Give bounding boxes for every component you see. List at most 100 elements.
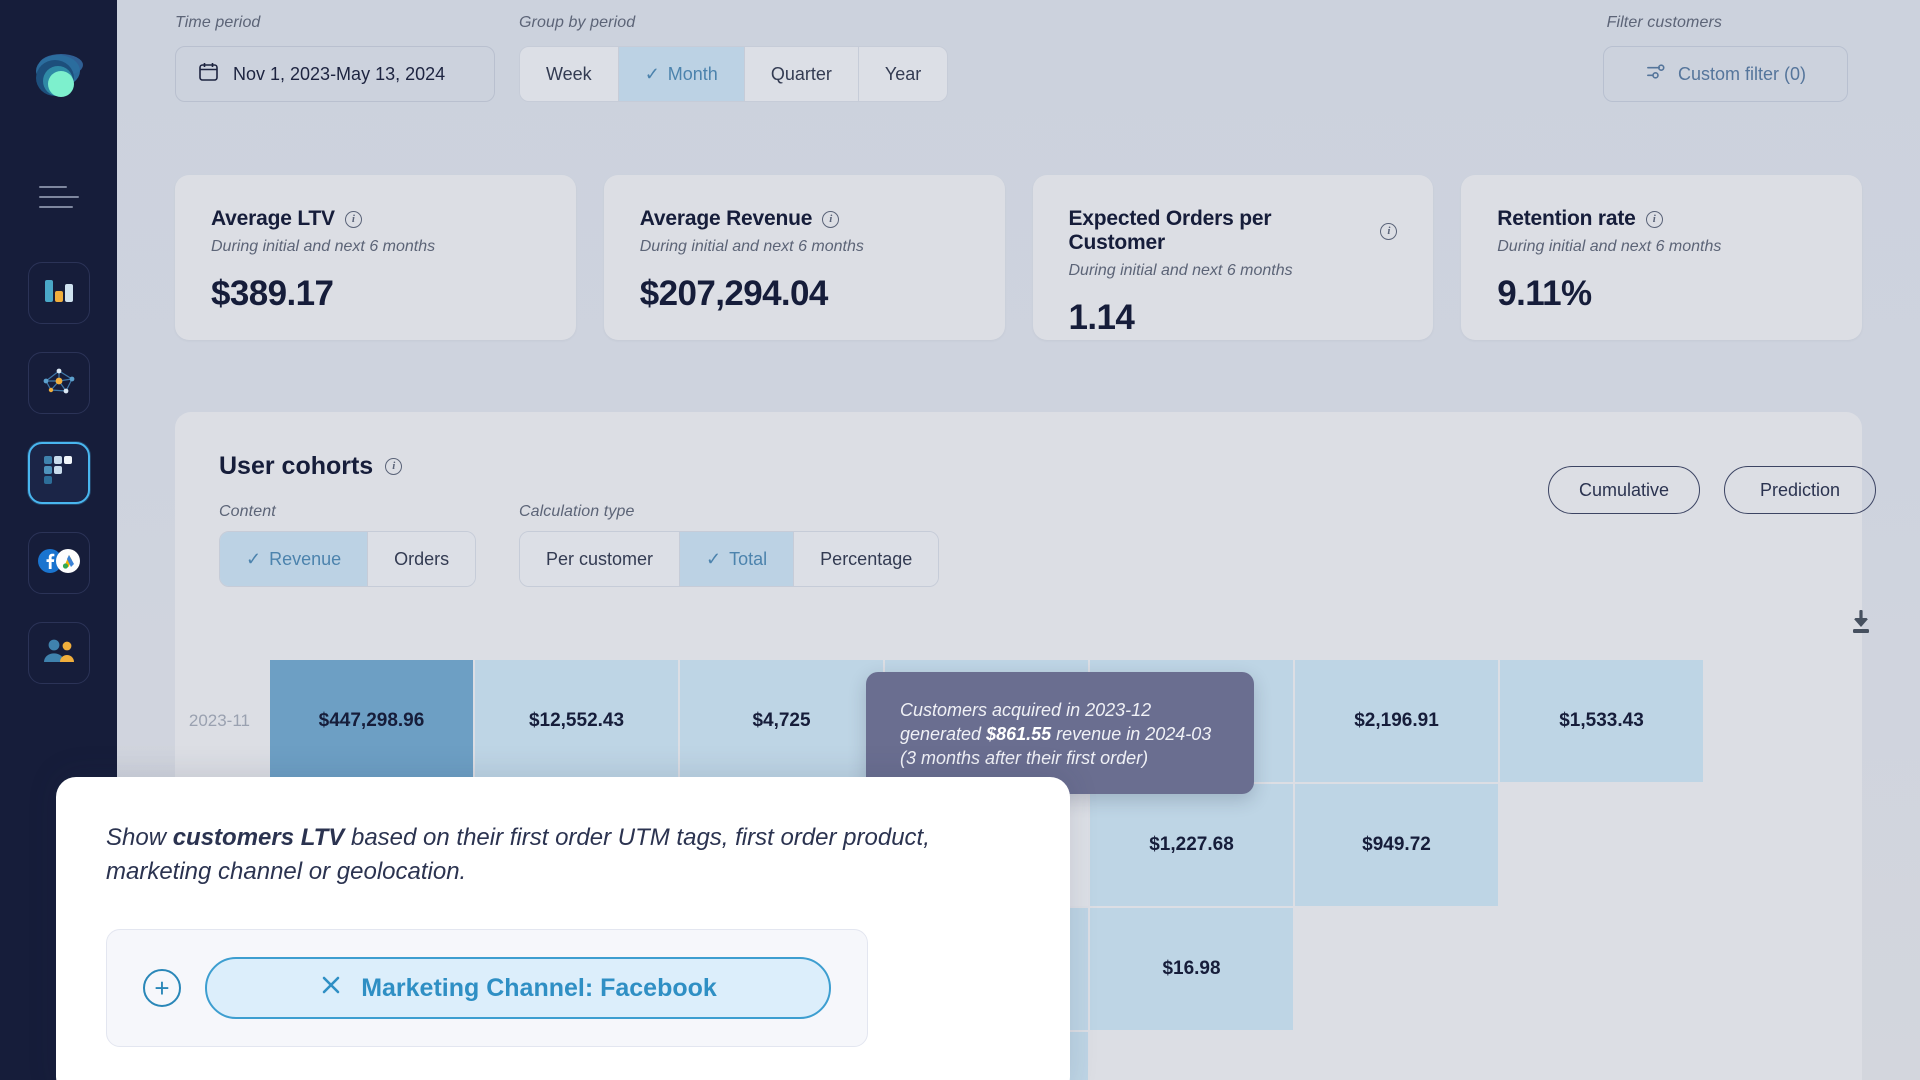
kpi-title: Average Revenue i bbox=[640, 207, 969, 231]
company-logo-icon[interactable] bbox=[29, 48, 89, 108]
kpi-title: Average LTV i bbox=[211, 207, 540, 231]
info-icon[interactable]: i bbox=[385, 458, 402, 475]
kpi-title-text: Retention rate bbox=[1497, 207, 1635, 231]
segment-label: Week bbox=[546, 64, 592, 85]
bar-chart-icon bbox=[43, 278, 75, 309]
content-segmented[interactable]: ✓ Revenue Orders bbox=[219, 531, 476, 587]
calculation-type-control-group: Calculation type Per customer ✓ Total Pe… bbox=[519, 503, 1019, 521]
download-icon[interactable] bbox=[1846, 608, 1876, 641]
group-by-period-segmented[interactable]: Week ✓ Month Quarter Year bbox=[519, 46, 948, 102]
filter-chip-container: + Marketing Channel: Facebook bbox=[106, 929, 868, 1047]
heatmap-cell[interactable]: $1,533.43 bbox=[1500, 660, 1703, 782]
kpi-card-average-revenue: Average Revenue i During initial and nex… bbox=[604, 175, 1005, 340]
kpi-title: Expected Orders per Customer i bbox=[1069, 207, 1398, 255]
row-label: 2023-11 bbox=[180, 660, 270, 782]
custom-filter-button[interactable]: Custom filter (0) bbox=[1603, 46, 1848, 102]
kpi-title-text: Average LTV bbox=[211, 207, 335, 231]
close-x-icon[interactable] bbox=[319, 973, 343, 1004]
segment-label: Year bbox=[885, 64, 921, 85]
content-label: Content bbox=[219, 503, 519, 521]
heatmap-cell[interactable]: $4,725 bbox=[680, 660, 883, 782]
sliders-filter-icon bbox=[1645, 61, 1666, 87]
group-by-option-week[interactable]: Week bbox=[520, 47, 619, 101]
kpi-title-text: Average Revenue bbox=[640, 207, 812, 231]
heatmap-cell[interactable]: $16.98 bbox=[1090, 908, 1293, 1030]
custom-filter-label: Custom filter (0) bbox=[1678, 64, 1806, 85]
check-icon: ✓ bbox=[246, 549, 261, 570]
segment-label: Quarter bbox=[771, 64, 832, 85]
kpi-title-text: Expected Orders per Customer bbox=[1069, 207, 1371, 255]
info-icon[interactable]: i bbox=[1380, 223, 1397, 240]
segment-label: Revenue bbox=[269, 549, 341, 570]
sidebar-item-bar-chart[interactable] bbox=[28, 262, 90, 324]
heatmap-cell[interactable]: $2,196.91 bbox=[1295, 660, 1498, 782]
calc-option-percentage[interactable]: Percentage bbox=[794, 532, 938, 586]
hamburger-menu-icon[interactable] bbox=[39, 186, 79, 208]
network-graph-icon bbox=[42, 366, 76, 401]
kpi-card-expected-orders: Expected Orders per Customer i During in… bbox=[1033, 175, 1434, 340]
ad-channels-icon bbox=[36, 547, 82, 580]
filter-chip-label: Marketing Channel: Facebook bbox=[361, 974, 717, 1003]
calc-option-total[interactable]: ✓ Total bbox=[680, 532, 794, 586]
group-by-option-month[interactable]: ✓ Month bbox=[619, 47, 745, 101]
cohort-mode-buttons: Cumulative Prediction bbox=[1548, 466, 1876, 514]
kpi-subtitle: During initial and next 6 months bbox=[1497, 238, 1826, 256]
sidebar-item-ad-channels[interactable] bbox=[28, 532, 90, 594]
kpi-subtitle: During initial and next 6 months bbox=[211, 238, 540, 256]
calendar-icon bbox=[198, 61, 219, 87]
group-by-option-year[interactable]: Year bbox=[859, 47, 947, 101]
app-root: Time period Nov 1, 2023-May 13, 2024 Gro… bbox=[0, 0, 1920, 1080]
group-by-option-quarter[interactable]: Quarter bbox=[745, 47, 859, 101]
filter-chip-marketing-channel[interactable]: Marketing Channel: Facebook bbox=[205, 957, 831, 1019]
kpi-value: 9.11% bbox=[1497, 274, 1826, 314]
content-option-orders[interactable]: Orders bbox=[368, 532, 475, 586]
info-icon[interactable]: i bbox=[345, 211, 362, 228]
check-icon: ✓ bbox=[706, 549, 721, 570]
kpi-card-row: Average LTV i During initial and next 6 … bbox=[175, 175, 1862, 340]
heatmap-tooltip: Customers acquired in 2023-12 generated … bbox=[866, 672, 1254, 794]
kpi-value: $207,294.04 bbox=[640, 274, 969, 314]
calc-option-per-customer[interactable]: Per customer bbox=[520, 532, 680, 586]
cohort-grid-icon bbox=[43, 455, 75, 492]
calculation-type-segmented[interactable]: Per customer ✓ Total Percentage bbox=[519, 531, 939, 587]
kpi-value: 1.14 bbox=[1069, 298, 1398, 338]
heatmap-cell[interactable]: $1,227.68 bbox=[1090, 784, 1293, 906]
prediction-label: Prediction bbox=[1760, 480, 1840, 501]
check-icon: ✓ bbox=[645, 64, 660, 85]
sidebar-item-cohort-grid[interactable] bbox=[28, 442, 90, 504]
kpi-title: Retention rate i bbox=[1497, 207, 1826, 231]
kpi-subtitle: During initial and next 6 months bbox=[1069, 262, 1398, 280]
content-option-revenue[interactable]: ✓ Revenue bbox=[220, 532, 368, 586]
heatmap-cell[interactable]: $12,552.43 bbox=[475, 660, 678, 782]
prediction-button[interactable]: Prediction bbox=[1724, 466, 1876, 514]
kpi-card-retention-rate: Retention rate i During initial and next… bbox=[1461, 175, 1862, 340]
time-period-label: Time period bbox=[175, 14, 260, 32]
top-controls-bar: Time period Nov 1, 2023-May 13, 2024 Gro… bbox=[175, 14, 1920, 134]
plus-circle-icon[interactable]: + bbox=[143, 969, 181, 1007]
info-icon[interactable]: i bbox=[822, 211, 839, 228]
popup-desc-bold: customers LTV bbox=[173, 824, 345, 851]
popup-desc-part1: Show bbox=[106, 824, 173, 851]
date-range-value: Nov 1, 2023-May 13, 2024 bbox=[233, 64, 445, 85]
audience-people-icon bbox=[42, 638, 76, 669]
sidebar-item-network-graph[interactable] bbox=[28, 352, 90, 414]
heatmap-cell[interactable]: $949.72 bbox=[1295, 784, 1498, 906]
sidebar-item-audience[interactable] bbox=[28, 622, 90, 684]
popup-description: Show customers LTV based on their first … bbox=[106, 821, 1020, 889]
heatmap-cell[interactable]: $447,298.96 bbox=[270, 660, 473, 782]
segment-label: Orders bbox=[394, 549, 449, 570]
kpi-card-average-ltv: Average LTV i During initial and next 6 … bbox=[175, 175, 576, 340]
cumulative-label: Cumulative bbox=[1579, 480, 1669, 501]
panel-title-text: User cohorts bbox=[219, 452, 373, 481]
segment-label: Percentage bbox=[820, 549, 912, 570]
cumulative-button[interactable]: Cumulative bbox=[1548, 466, 1700, 514]
tooltip-amount: $861.55 bbox=[986, 724, 1051, 744]
date-range-picker[interactable]: Nov 1, 2023-May 13, 2024 bbox=[175, 46, 495, 102]
kpi-subtitle: During initial and next 6 months bbox=[640, 238, 969, 256]
segment-label: Total bbox=[729, 549, 767, 570]
ltv-info-popup: Show customers LTV based on their first … bbox=[56, 777, 1070, 1080]
content-control-group: Content ✓ Revenue Orders bbox=[219, 503, 519, 521]
info-icon[interactable]: i bbox=[1646, 211, 1663, 228]
kpi-value: $389.17 bbox=[211, 274, 540, 314]
segment-label: Month bbox=[668, 64, 718, 85]
